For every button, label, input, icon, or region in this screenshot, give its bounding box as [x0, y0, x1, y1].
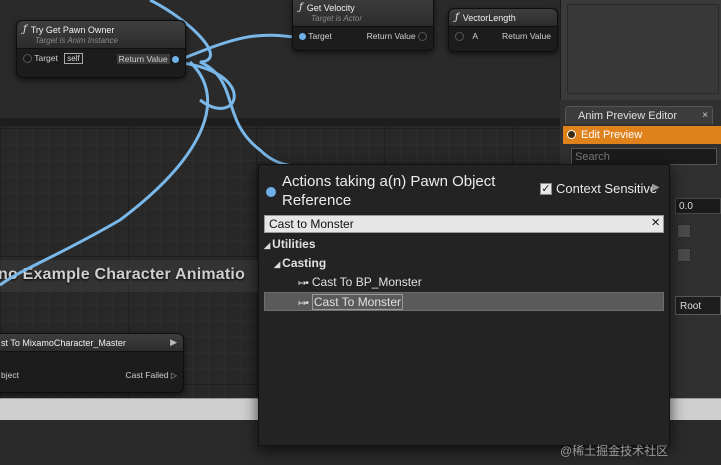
clear-search-icon[interactable]: × — [651, 215, 660, 231]
expand-triangle-icon[interactable]: ◢ — [264, 236, 270, 255]
tree-label: Casting — [282, 256, 327, 270]
self-value: self — [64, 53, 83, 64]
node-get-velocity[interactable]: ƒ Get Velocity Target is Actor Target Re… — [292, 0, 434, 51]
return-pin-label: Return Value — [366, 31, 416, 41]
root-dropdown[interactable]: Root — [675, 296, 721, 315]
target-pin-label: Target — [308, 31, 332, 42]
node-header: ƒ Get Velocity Target is Actor — [293, 0, 433, 27]
node-cast-to-mixamo[interactable]: st To MixamoCharacter_Master ▶ bject Cas… — [0, 333, 184, 393]
node-header: ƒ Try Get Pawn Owner Target is Anim Inst… — [17, 21, 185, 49]
details-search-input[interactable]: Search — [571, 148, 717, 165]
pin-row: A Return Value — [449, 27, 557, 45]
function-icon: ƒ — [23, 24, 27, 35]
tree-label: Cast To BP_Monster — [311, 275, 422, 289]
target-pin-icon[interactable] — [23, 54, 32, 64]
context-sensitive-checkbox[interactable]: ✓ — [540, 183, 552, 195]
pin-type-icon — [266, 187, 276, 197]
blueprint-editor: no Example Character Animatio ƒ Try Get … — [0, 0, 721, 465]
property-checkbox[interactable] — [677, 224, 691, 238]
tree-item-cast-to-monster[interactable]: ↦• Cast To Monster — [264, 292, 664, 311]
pin-row: Target Return Value — [293, 27, 433, 45]
expand-triangle-icon[interactable]: ◢ — [274, 255, 280, 274]
popup-header: Actions taking a(n) Pawn Object Referenc… — [259, 165, 669, 215]
return-pin-icon[interactable] — [418, 32, 427, 42]
edit-preview-header[interactable]: Edit Preview — [563, 126, 721, 144]
exec-out-icon[interactable]: ▶ — [170, 337, 177, 348]
node-title: Get Velocity — [306, 2, 355, 13]
tree-label: Utilities — [272, 237, 316, 251]
cast-icon: ↦• — [298, 298, 309, 309]
property-checkbox[interactable] — [677, 248, 691, 262]
tree-item-cast-to-bp-monster[interactable]: ↦• Cast To BP_Monster — [264, 273, 664, 292]
tree-category-casting[interactable]: ◢ Casting — [264, 254, 664, 273]
action-menu-popup: Actions taking a(n) Pawn Object Referenc… — [258, 164, 670, 446]
a-pin-label: A — [472, 31, 479, 41]
node-subtitle: Target is Anim Instance — [35, 36, 119, 45]
comment-title: no Example Character Animatio — [0, 266, 246, 283]
node-try-get-pawn-owner[interactable]: ƒ Try Get Pawn Owner Target is Anim Inst… — [16, 20, 186, 78]
context-sensitive-label[interactable]: Context Sensitive — [556, 181, 657, 196]
node-title: VectorLength — [462, 12, 516, 23]
object-pin-label: bject — [1, 370, 19, 380]
preview-dot-icon — [567, 130, 576, 139]
tab-label: Anim Preview Editor — [578, 110, 678, 122]
function-icon: ƒ — [455, 12, 459, 23]
return-pin-label: Return Value — [116, 53, 170, 64]
return-pin-icon[interactable] — [172, 55, 179, 63]
action-search-input[interactable]: Cast to Monster × — [264, 215, 664, 233]
edit-preview-label: Edit Preview — [581, 129, 643, 141]
chevron-right-icon[interactable]: ▶ — [652, 182, 660, 193]
cast-icon: ↦• — [298, 278, 309, 289]
function-icon: ƒ — [299, 2, 303, 13]
viewport-inner[interactable] — [567, 4, 719, 94]
pin-row: bject Cast Failed ▷ — [0, 352, 183, 384]
graph-divider — [0, 118, 560, 126]
action-tree: ◢ Utilities ◢ Casting ↦• Cast To BP_Monster… — [264, 235, 664, 311]
a-pin-icon[interactable] — [455, 32, 464, 42]
target-pin-label: Target — [34, 53, 58, 63]
node-vector-length[interactable]: ƒ VectorLength A Return Value — [448, 8, 558, 52]
tree-category-utilities[interactable]: ◢ Utilities — [264, 235, 664, 254]
action-search-text: Cast to Monster — [269, 217, 354, 231]
return-pin-label: Return Value — [502, 31, 551, 42]
tree-label: Cast To Monster — [311, 294, 404, 310]
popup-title: Actions taking a(n) Pawn Object Referenc… — [282, 173, 496, 209]
watermark: @稀土掘金技术社区 — [560, 444, 669, 458]
close-icon[interactable]: × — [702, 107, 708, 125]
node-header: st To MixamoCharacter_Master ▶ — [0, 334, 183, 352]
tab-anim-preview-editor[interactable]: Anim Preview Editor × — [565, 106, 713, 124]
node-title: st To MixamoCharacter_Master — [1, 337, 126, 348]
exec-failed-icon[interactable]: ▷ — [171, 371, 177, 380]
cast-failed-label: Cast Failed — [125, 370, 169, 380]
pin-row: Target self Return Value — [17, 49, 185, 68]
node-title: Try Get Pawn Owner — [30, 24, 115, 35]
viewport-panel — [560, 0, 721, 100]
target-pin-icon[interactable] — [299, 33, 306, 41]
node-header: ƒ VectorLength — [449, 9, 557, 27]
value-field[interactable]: 0.0 — [675, 198, 721, 214]
node-subtitle: Target is Actor — [311, 14, 362, 23]
